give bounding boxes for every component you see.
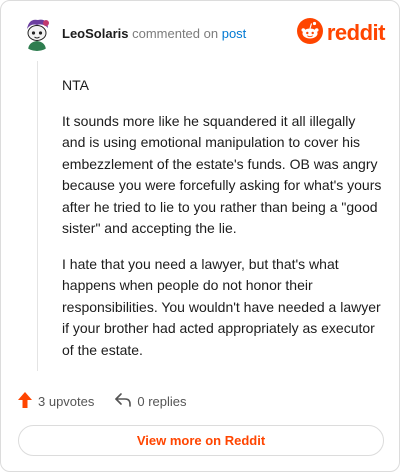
comment-embed-card: LeoSolaris commented on post reddit NTA … [0, 0, 400, 472]
view-more-button[interactable]: View more on Reddit [18, 425, 384, 456]
reddit-logo-icon [296, 17, 323, 49]
comment-header: LeoSolaris commented on post reddit [17, 15, 386, 51]
username-link[interactable]: LeoSolaris [62, 26, 128, 41]
byline-verb: commented on [132, 26, 219, 41]
reply-count: 0 replies [137, 393, 187, 409]
upvote-button[interactable]: 3 upvotes [17, 391, 94, 412]
upvote-count: 3 upvotes [38, 393, 95, 409]
comment-paragraph: NTA [62, 77, 89, 93]
upvote-arrow-icon [17, 391, 33, 412]
comment-actions: 3 upvotes 0 replies [17, 391, 187, 411]
comment-paragraph: I hate that you need a lawyer, but that'… [62, 255, 381, 358]
replies-button[interactable]: 0 replies [114, 392, 187, 411]
thread-line [37, 61, 38, 371]
reply-arrow-icon [114, 392, 132, 411]
post-link[interactable]: post [222, 26, 247, 41]
comment-body: NTA It sounds more like he squandered it… [62, 75, 382, 375]
byline: LeoSolaris commented on post [62, 26, 246, 41]
avatar-icon[interactable] [19, 15, 55, 51]
reddit-wordmark: reddit [326, 20, 386, 45]
comment-paragraph: It sounds more like he squandered it all… [62, 112, 382, 237]
reddit-logo[interactable]: reddit [296, 17, 386, 49]
